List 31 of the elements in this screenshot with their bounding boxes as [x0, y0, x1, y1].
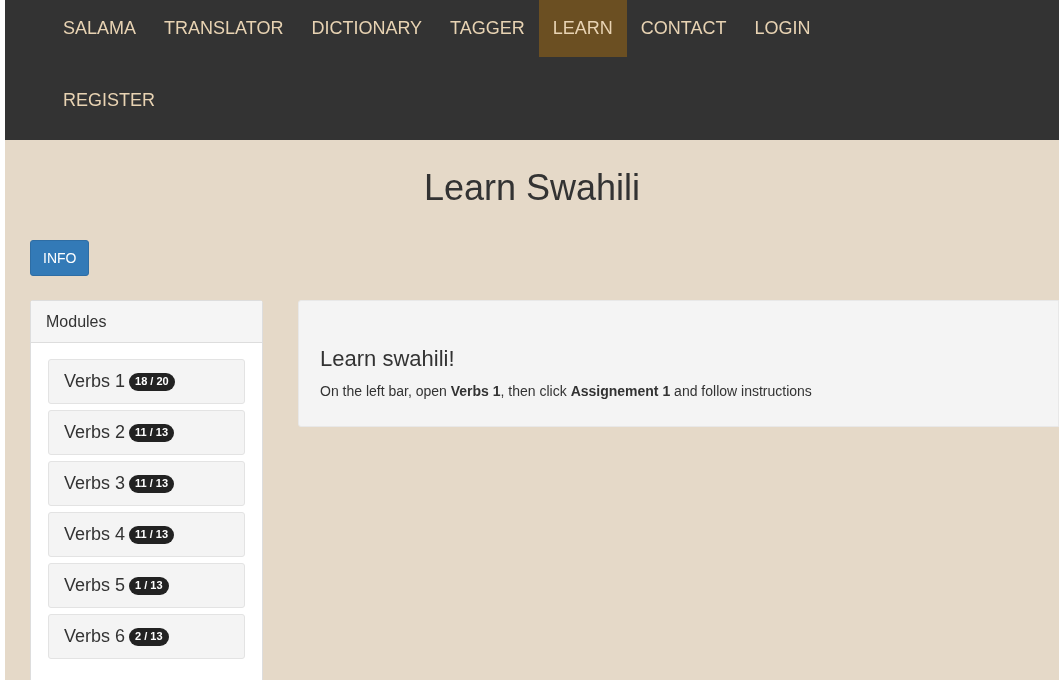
progress-badge: 18 / 20 [129, 372, 175, 391]
content-heading: Learn swahili! [320, 345, 456, 373]
nav-link[interactable]: LEARN [538, 0, 627, 57]
module-item[interactable]: Verbs 5 1 / 13 [48, 563, 245, 608]
nav-link[interactable]: TRANSLATOR [150, 0, 298, 57]
nav-link[interactable]: LOGIN [740, 0, 825, 57]
progress-badge: 11 / 13 [129, 525, 175, 544]
nav-link[interactable]: DICTIONARY [297, 0, 437, 57]
instructions-text: On the left bar, open Verbs 1, then click Assignement 1 and follow instructions [320, 382, 813, 401]
module-label: Verbs 1 [64, 370, 126, 393]
nav-link[interactable]: SALAMA [49, 0, 151, 57]
info-button[interactable]: INFO [30, 240, 90, 276]
module-label: Verbs 6 [64, 625, 126, 648]
module-label: Verbs 4 [64, 523, 126, 546]
module-item[interactable]: Verbs 4 11 / 13 [48, 512, 245, 557]
progress-badge: 11 / 13 [129, 474, 175, 493]
module-label: Verbs 2 [64, 421, 126, 444]
nav-link[interactable]: REGISTER [49, 72, 169, 129]
module-label: Verbs 3 [64, 472, 126, 495]
progress-badge: 1 / 13 [129, 576, 169, 595]
module-item[interactable]: Verbs 6 2 / 13 [48, 614, 245, 659]
nav-link[interactable]: TAGGER [436, 0, 539, 57]
module-item[interactable]: Verbs 3 11 / 13 [48, 461, 245, 506]
progress-badge: 2 / 13 [129, 627, 169, 646]
panel-heading: Modules [31, 301, 262, 343]
module-item[interactable]: Verbs 2 11 / 13 [48, 410, 245, 455]
nav-link[interactable]: CONTACT [626, 0, 741, 57]
module-item[interactable]: Verbs 1 18 / 20 [48, 359, 245, 404]
module-label: Verbs 5 [64, 574, 126, 597]
page-title: Learn Swahili [422, 166, 642, 210]
progress-badge: 11 / 13 [129, 423, 175, 442]
